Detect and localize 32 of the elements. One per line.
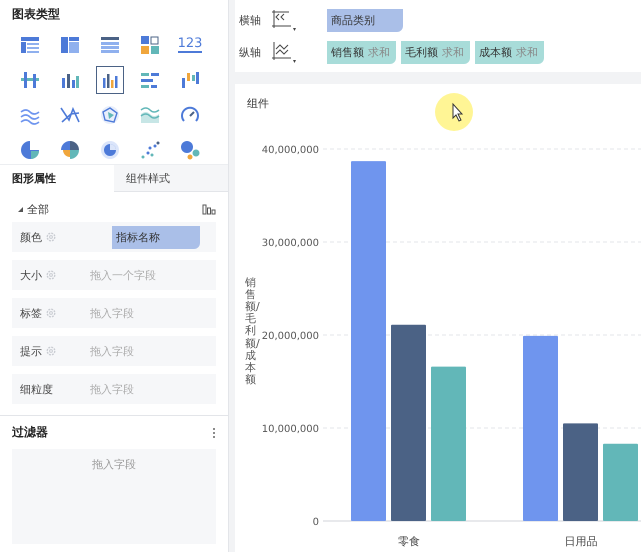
chart-type-icon[interactable] (96, 66, 124, 94)
field-chip[interactable]: 指标名称 (112, 226, 200, 249)
axis-label: 横轴 (239, 12, 261, 28)
property-label: 提示 (20, 344, 42, 359)
axis-field-chip[interactable]: 毛利额 求和 (401, 40, 470, 64)
group-label: 全部 (27, 202, 49, 217)
more-icon[interactable] (212, 426, 216, 438)
property-label: 细粒度 (20, 382, 53, 397)
property-label: 大小 (20, 268, 42, 283)
y-tick-label: 20,000,000 (262, 331, 319, 342)
x-tick-label: 日用品 (564, 535, 598, 548)
expand-icon[interactable] (18, 206, 23, 212)
y-axis-icon[interactable] (271, 40, 297, 64)
bar-chart-icon[interactable] (202, 203, 216, 216)
cursor-icon (434, 92, 474, 132)
y-tick-label: 0 (312, 517, 319, 528)
axis-label: 纵轴 (239, 44, 261, 60)
tab[interactable]: 组件样式 (114, 165, 228, 192)
axis-field-chip[interactable]: 销售额 求和 (327, 40, 396, 64)
x-axis-icon[interactable] (271, 8, 297, 32)
chart-type-button[interactable]: 123 (176, 31, 204, 59)
section-title: 过滤器 (12, 424, 48, 441)
y-tick-label: 10,000,000 (262, 424, 319, 435)
property-label: 标签 (20, 306, 42, 321)
x-tick-label: 零食 (398, 535, 420, 548)
property-label: 颜色 (20, 230, 42, 245)
axis-field-chip[interactable]: 成本额 求和 (475, 40, 544, 64)
component-title: 组件 (246, 96, 270, 111)
section-title: 图表类型 (12, 6, 61, 23)
y-tick-label: 30,000,000 (262, 238, 319, 249)
axis-field-chip[interactable]: 商品类别 (327, 8, 403, 32)
y-tick-label: 40,000,000 (262, 145, 319, 156)
